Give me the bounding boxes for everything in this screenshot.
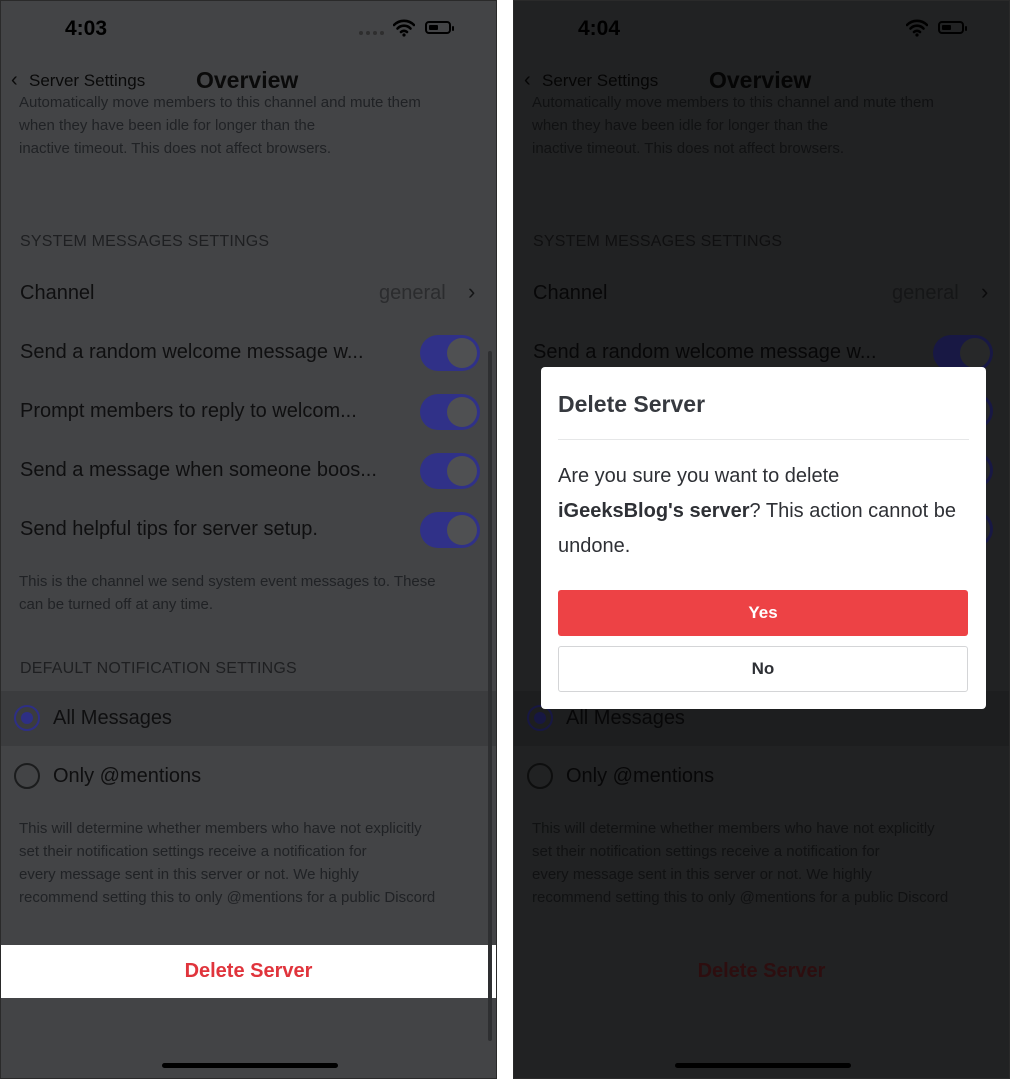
toggle-knob: [447, 397, 477, 427]
toggle-switch[interactable]: [420, 335, 480, 371]
inactive-description: Automatically move members to this chann…: [19, 91, 421, 160]
toggle-switch[interactable]: [420, 512, 480, 548]
inactive-desc-line: inactive timeout. This does not affect b…: [19, 140, 332, 157]
toggle-row-boost: Send a message when someone boos...: [1, 452, 496, 492]
dialog-title: Delete Server: [558, 391, 706, 417]
notification-description: This will determine whether members who …: [19, 817, 435, 909]
notif-desc-line: recommend setting this to only @mentions…: [19, 889, 436, 906]
dialog-server-name: iGeeksBlog's server: [558, 500, 750, 522]
toggle-row-tips: Send helpful tips for server setup.: [1, 511, 496, 551]
system-messages-description: This is the channel we send system event…: [19, 570, 436, 616]
dialog-divider: [558, 439, 969, 440]
page-title: Overview: [196, 67, 299, 93]
toggle-label: Send a random welcome message w...: [20, 341, 364, 363]
radio-unselected-icon[interactable]: [14, 763, 40, 789]
inactive-desc-line: when they have been idle for longer than…: [19, 117, 316, 134]
status-time: 4:03: [65, 17, 108, 40]
toggle-row-welcome: Send a random welcome message w...: [1, 334, 496, 374]
radio-row-all-messages[interactable]: All Messages: [1, 691, 496, 746]
no-button[interactable]: No: [558, 646, 968, 692]
channel-row[interactable]: Channel general ›: [1, 275, 496, 315]
settings-content[interactable]: Automatically move members to this chann…: [1, 94, 496, 1078]
radio-row-mentions[interactable]: Only @mentions: [1, 749, 496, 804]
system-desc-line: This is the channel we send system event…: [19, 573, 436, 590]
dialog-message-prefix: Are you sure you want to delete: [558, 465, 840, 487]
toggle-knob: [447, 456, 477, 486]
home-indicator[interactable]: [675, 1063, 851, 1068]
delete-server-label: Delete Server: [184, 960, 313, 982]
chevron-right-icon: ›: [468, 279, 476, 304]
radio-label: All Messages: [53, 707, 172, 729]
dialog-message: Are you sure you want to delete iGeeksBl…: [558, 459, 966, 564]
yes-button[interactable]: Yes: [558, 590, 968, 636]
scrollbar[interactable]: [488, 351, 492, 1041]
delete-server-button[interactable]: Delete Server: [1, 945, 496, 998]
channel-label: Channel: [20, 282, 95, 304]
delete-server-dialog: Delete Server Are you sure you want to d…: [541, 367, 986, 709]
notif-desc-line: set their notification settings receive …: [19, 843, 367, 860]
notif-desc-line: every message sent in this server or not…: [19, 866, 359, 883]
radio-label: Only @mentions: [53, 765, 202, 787]
toggle-label: Prompt members to reply to welcom...: [20, 400, 357, 422]
toggle-knob: [447, 338, 477, 368]
right-phone-screen: 4:04 ‹ Server Settings Overview Automati…: [513, 0, 1010, 1079]
toggle-switch[interactable]: [420, 453, 480, 489]
status-bar: 4:03: [1, 1, 496, 61]
notif-desc-line: This will determine whether members who …: [19, 820, 422, 837]
toggle-label: Send a message when someone boos...: [20, 459, 377, 481]
system-messages-header: SYSTEM MESSAGES SETTINGS: [20, 233, 270, 250]
channel-value: general: [379, 282, 446, 304]
toggle-knob: [447, 515, 477, 545]
toggle-label: Send helpful tips for server setup.: [20, 518, 318, 540]
toggle-switch[interactable]: [420, 394, 480, 430]
wifi-icon: [393, 19, 415, 37]
toggle-row-prompt: Prompt members to reply to welcom...: [1, 393, 496, 433]
system-desc-line: can be turned off at any time.: [19, 596, 214, 613]
inactive-desc-line: Automatically move members to this chann…: [19, 94, 421, 111]
notification-settings-header: DEFAULT NOTIFICATION SETTINGS: [20, 660, 297, 677]
left-phone-screen: 4:03 ‹ Server Settings Overview Automati…: [0, 0, 497, 1079]
radio-selected-icon[interactable]: [14, 705, 40, 731]
battery-icon: [425, 21, 454, 34]
home-indicator[interactable]: [162, 1063, 338, 1068]
back-chevron-icon[interactable]: ‹: [11, 69, 18, 92]
signal-dots-icon: [359, 31, 384, 35]
back-button[interactable]: Server Settings: [29, 71, 145, 91]
